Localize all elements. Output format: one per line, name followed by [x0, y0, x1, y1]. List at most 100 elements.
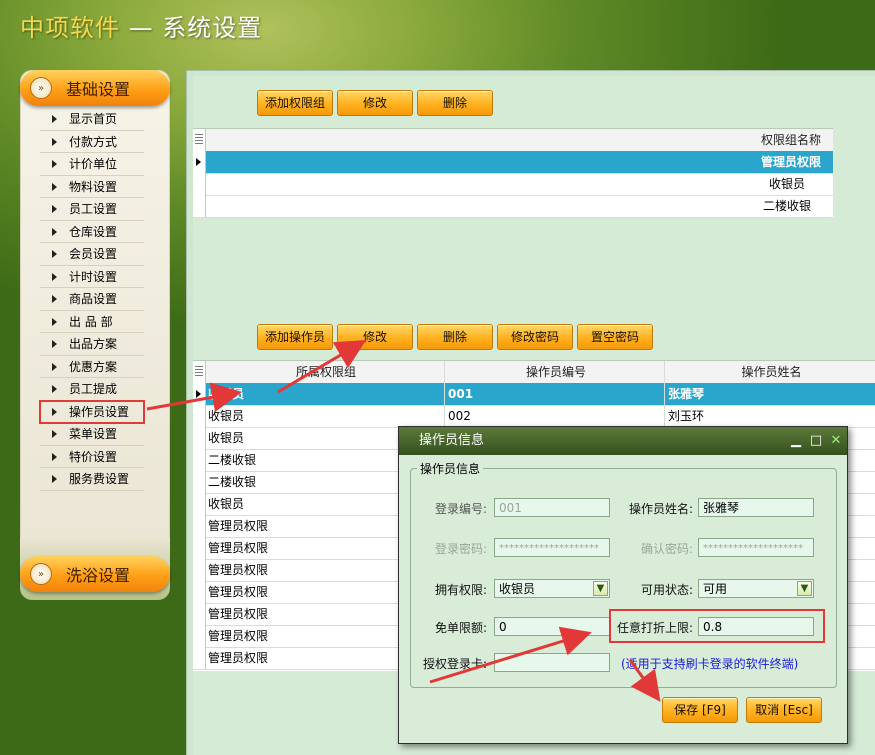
dropdown-arrow-icon[interactable]: ▼ — [797, 581, 812, 596]
sidebar-item[interactable]: 出 品 部 — [40, 311, 144, 333]
sidebar-menu: 显示首页 付款方式 计价单位 物料设置 员工设置 仓库设置 会员设置 计时设置 … — [39, 108, 145, 491]
confirm-password-field[interactable]: ******************** — [698, 538, 814, 557]
edit-operator-button[interactable]: 修改 — [337, 324, 413, 350]
sidebar-item-label: 物料设置 — [69, 179, 118, 194]
sidebar-item[interactable]: 优惠方案 — [40, 356, 144, 378]
add-operator-button[interactable]: 添加操作员 — [257, 324, 333, 350]
status-select-value: 可用 — [703, 582, 728, 596]
table-row[interactable]: 收银员 001 张雅琴 — [193, 383, 875, 406]
dropdown-arrow-icon[interactable]: ▼ — [593, 581, 608, 596]
operator-name-label: 操作员姓名: — [629, 502, 694, 516]
delete-group-button[interactable]: 删除 — [417, 90, 493, 116]
sidebar-item-label: 菜单设置 — [69, 427, 118, 441]
sidebar-item-label: 员工设置 — [69, 202, 118, 216]
role-select-value: 收银员 — [499, 582, 536, 596]
card-field[interactable] — [494, 653, 610, 672]
minimize-icon[interactable]: ▁ — [787, 427, 805, 455]
save-button[interactable]: 保存 [F9] — [662, 697, 738, 723]
edit-group-button[interactable]: 修改 — [337, 90, 413, 116]
chevron-right-icon — [52, 295, 57, 303]
column-header-operator-name[interactable]: 操作员姓名 — [665, 361, 875, 383]
dialog-titlebar[interactable]: 操作员信息 ▁ □ ✕ — [399, 427, 847, 455]
free-limit-label: 免单限额: — [435, 621, 488, 635]
login-id-field[interactable]: 001 — [494, 498, 610, 517]
column-header-operator-id[interactable]: 操作员编号 — [445, 361, 665, 383]
sidebar-item-operator-settings[interactable]: 操作员设置 — [39, 399, 145, 424]
change-password-button[interactable]: 修改密码 — [497, 324, 573, 350]
section-bath-settings[interactable]: » 洗浴设置 — [20, 556, 170, 592]
chevron-right-icon — [52, 407, 57, 416]
section-basic-label: 基础设置 — [66, 80, 131, 99]
sidebar-item-label: 计时设置 — [69, 269, 118, 284]
sidebar-item[interactable]: 员工提成 — [40, 378, 144, 401]
sidebar-item[interactable]: 员工设置 — [40, 198, 144, 221]
confirm-password-label: 确认密码: — [641, 542, 694, 556]
chevron-right-icon — [52, 362, 57, 371]
status-select[interactable]: 可用 ▼ — [698, 579, 814, 598]
add-group-button[interactable]: 添加权限组 — [257, 90, 333, 116]
chevron-right-icon — [52, 272, 57, 281]
chevron-right-icon — [52, 452, 57, 461]
sidebar-item[interactable]: 仓库设置 — [40, 221, 144, 243]
chevron-right-icon — [52, 227, 57, 236]
maximize-icon[interactable]: □ — [807, 427, 825, 455]
chevron-right-icon — [52, 317, 57, 326]
app-brand: 中项软件 — [20, 14, 120, 42]
operator-name-cell: 刘玉环 — [668, 409, 705, 423]
role-label: 拥有权限: — [435, 583, 488, 597]
free-limit-field[interactable]: 0 — [494, 617, 610, 636]
group-legend: 操作员信息 — [417, 460, 484, 477]
sidebar-item[interactable]: 商品设置 — [40, 288, 144, 311]
group-name-cell: 收银员 — [768, 177, 805, 191]
sidebar-item-label: 操作员设置 — [69, 404, 130, 419]
groups-grid-header: 权限组名称 — [193, 129, 833, 152]
sidebar-item[interactable]: 计价单位 — [40, 153, 144, 176]
sidebar-item[interactable]: 会员设置 — [40, 243, 144, 266]
sidebar-item-label: 商品设置 — [69, 292, 118, 306]
operators-grid-header: 所属权限组 操作员编号 操作员姓名 — [193, 361, 875, 384]
sidebar-item-label: 付款方式 — [69, 134, 118, 149]
group-name-cell: 二楼收银 — [762, 199, 811, 213]
role-select[interactable]: 收银员 ▼ — [494, 579, 610, 598]
chevron-right-icon — [52, 182, 57, 191]
delete-operator-button[interactable]: 删除 — [417, 324, 493, 350]
table-row[interactable]: 二楼收银 — [193, 195, 833, 218]
group-name-cell: 管理员权限 — [760, 155, 821, 169]
clear-password-button[interactable]: 置空密码 — [577, 324, 653, 350]
chevron-right-icon — [52, 250, 57, 258]
sidebar-item[interactable]: 出品方案 — [40, 333, 144, 356]
chevron-right-icon — [52, 160, 57, 168]
chevron-right-icon — [52, 137, 57, 146]
sidebar-item[interactable]: 菜单设置 — [40, 423, 144, 446]
double-chevron-icon: » — [30, 77, 52, 99]
chevron-right-icon — [52, 475, 57, 483]
sidebar-item[interactable]: 显示首页 — [40, 108, 144, 131]
sidebar-item-label: 服务费设置 — [69, 472, 130, 486]
column-header-group-name[interactable]: 权限组名称 — [205, 129, 833, 151]
chevron-right-icon — [52, 340, 57, 348]
operator-name-field[interactable]: 张雅琴 — [698, 498, 814, 517]
table-row[interactable]: 管理员权限 — [193, 151, 833, 174]
sidebar-item[interactable]: 物料设置 — [40, 176, 144, 198]
app-title: 中项软件 — 系统设置 — [20, 8, 262, 43]
sidebar-item-label: 仓库设置 — [69, 224, 118, 239]
section-bath-label: 洗浴设置 — [66, 566, 131, 585]
table-row[interactable]: 收银员 — [193, 173, 833, 196]
sidebar-item[interactable]: 付款方式 — [40, 131, 144, 153]
cancel-button[interactable]: 取消 [Esc] — [746, 697, 822, 723]
password-field[interactable]: ******************** — [494, 538, 610, 557]
table-row[interactable]: 收银员 002 刘玉环 — [193, 405, 875, 428]
annotation-box-discount — [609, 609, 825, 643]
status-label: 可用状态: — [641, 583, 694, 597]
card-hint: (适用于支持刷卡登录的软件终端) — [621, 657, 799, 671]
column-header-group[interactable]: 所属权限组 — [205, 361, 445, 383]
sidebar-item[interactable]: 特价设置 — [40, 446, 144, 468]
sidebar-item[interactable]: 计时设置 — [40, 266, 144, 288]
groups-grid: 权限组名称 管理员权限 收银员 二楼收银 — [193, 128, 833, 218]
sidebar-item-label: 计价单位 — [69, 157, 118, 171]
sidebar-item-label: 会员设置 — [69, 247, 118, 261]
close-icon[interactable]: ✕ — [827, 427, 845, 455]
sidebar-item-label: 员工提成 — [69, 382, 118, 396]
section-basic-settings[interactable]: » 基础设置 — [20, 70, 170, 106]
sidebar-item[interactable]: 服务费设置 — [40, 468, 144, 491]
